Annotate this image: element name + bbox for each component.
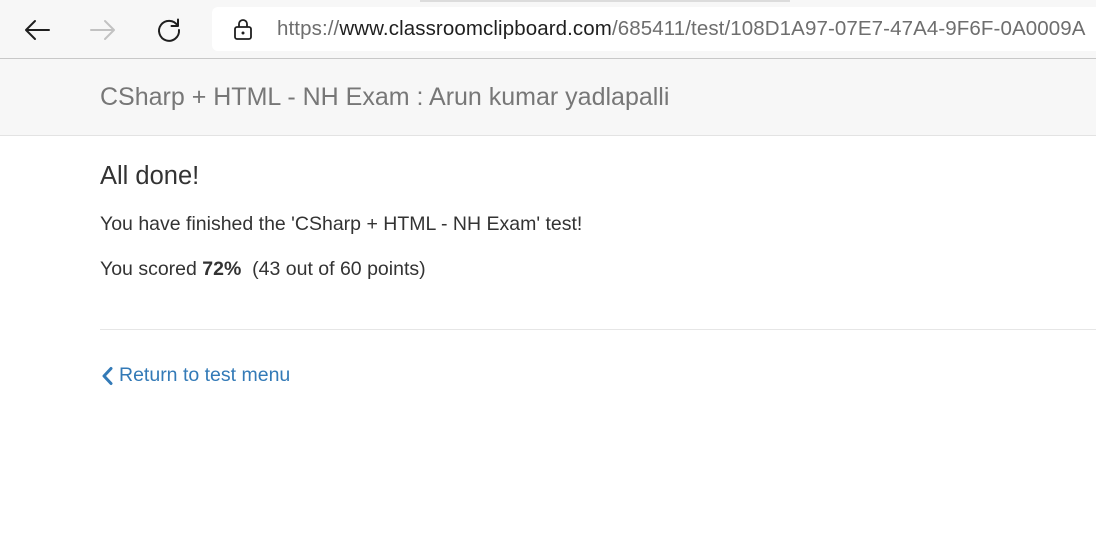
completion-heading: All done! xyxy=(100,162,200,190)
refresh-button[interactable] xyxy=(149,10,189,50)
finished-message: You have finished the 'CSharp + HTML - N… xyxy=(100,213,583,235)
chevron-left-icon xyxy=(102,366,113,385)
url-host: www.classroomclipboard.com xyxy=(339,17,612,40)
page-title: CSharp + HTML - NH Exam : Arun kumar yad… xyxy=(100,83,670,111)
url-scheme: https:// xyxy=(277,17,340,40)
address-bar[interactable]: https://www.classroomclipboard.com/68541… xyxy=(212,7,1096,51)
url-path: /685411/test/108D1A97-07E7-47A4-9F6F-0A0… xyxy=(611,17,1086,40)
tab-strip-edge xyxy=(420,0,790,2)
forward-button[interactable] xyxy=(83,10,123,50)
arrow-left-icon xyxy=(25,20,50,40)
score-prefix: You scored xyxy=(100,258,203,280)
browser-toolbar: https://www.classroomclipboard.com/68541… xyxy=(0,0,1096,59)
score-detail: (43 out of 60 points) xyxy=(252,258,426,280)
refresh-icon xyxy=(158,18,181,42)
page-header: CSharp + HTML - NH Exam : Arun kumar yad… xyxy=(0,59,1096,136)
return-link-label: Return to test menu xyxy=(119,364,291,386)
lock-icon xyxy=(234,19,252,40)
back-button[interactable] xyxy=(17,10,57,50)
divider xyxy=(100,329,1096,330)
score-line: You scored 72% (43 out of 60 points) xyxy=(100,258,426,281)
url-text[interactable]: https://www.classroomclipboard.com/68541… xyxy=(277,17,1086,41)
score-percent: 72% xyxy=(202,258,242,280)
return-to-test-menu-link[interactable]: Return to test menu xyxy=(100,364,290,387)
arrow-right-icon xyxy=(90,20,115,40)
